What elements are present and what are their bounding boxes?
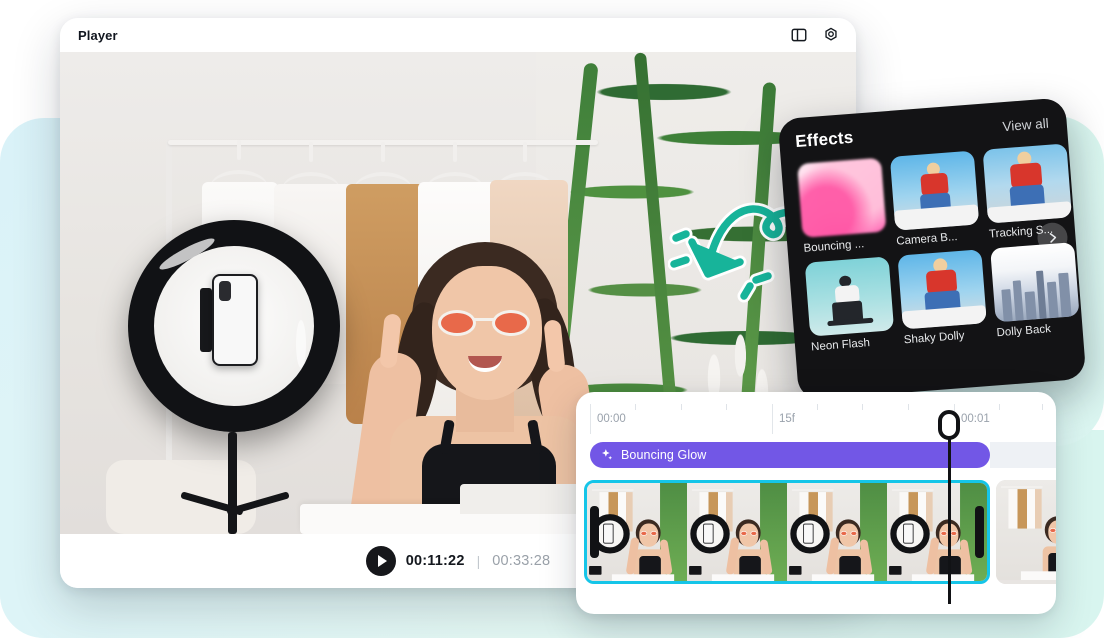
timeline-panel: 00:00 15f 00:01 Bouncing Glow: [576, 392, 1056, 614]
effect-track-background: [990, 442, 1056, 468]
effect-item[interactable]: Shaky Dolly: [897, 249, 988, 346]
effect-label: Shaky Dolly: [903, 329, 965, 347]
effect-thumbnail: [797, 157, 887, 238]
play-button[interactable]: [365, 546, 396, 576]
effect-thumbnail: [804, 256, 895, 337]
clip-frame: [787, 483, 887, 581]
play-icon: [377, 555, 387, 567]
scene-tripod: [228, 432, 237, 534]
chevron-right-icon: [1049, 233, 1057, 243]
effect-item[interactable]: Camera B...: [889, 150, 981, 248]
effect-label: Bouncing ...: [803, 238, 865, 255]
effect-label: Camera B...: [895, 231, 958, 248]
gear-icon[interactable]: [822, 26, 840, 44]
scene-phone-clamp: [200, 288, 212, 352]
effects-title: Effects: [794, 127, 855, 152]
playhead-handle[interactable]: [938, 410, 960, 440]
scene-sunglasses: [492, 310, 530, 336]
effect-clip-label: Bouncing Glow: [621, 448, 707, 462]
effect-item[interactable]: Bouncing ...: [797, 157, 888, 255]
effect-clip[interactable]: Bouncing Glow: [590, 442, 990, 468]
ruler-tick-label: 15f: [779, 413, 795, 425]
effect-label: Dolly Back: [996, 323, 1052, 340]
video-track[interactable]: [584, 480, 1056, 584]
scene-ring-light-highlight: [296, 320, 306, 368]
scene-phone: [212, 274, 258, 366]
effects-panel: Effects View all Bouncing ... Camera B..…: [777, 97, 1087, 401]
effect-thumbnail: [897, 249, 987, 330]
clip-frame: [996, 480, 1056, 584]
effects-header: Effects View all: [795, 112, 1054, 152]
effects-grid: Bouncing ... Camera B... Tracking S... N…: [797, 143, 1080, 354]
current-time: 00:11:22: [405, 553, 465, 569]
view-all-button[interactable]: View all: [1002, 116, 1049, 135]
effect-thumbnail: [889, 150, 980, 231]
scene-sunglasses: [474, 318, 494, 321]
clip-frame: [887, 483, 987, 581]
effect-item[interactable]: Dolly Back: [990, 242, 1081, 339]
ruler-tick-label: 00:00: [597, 413, 626, 425]
effect-item[interactable]: Neon Flash: [804, 256, 896, 354]
screenshot-root: Player 00:11:22 | 00:33:28 Effects View …: [0, 0, 1104, 638]
clip-frame: [687, 483, 787, 581]
time-separator: |: [476, 553, 481, 569]
page-title: Player: [78, 27, 118, 43]
split-view-icon[interactable]: [790, 26, 808, 44]
effect-label: Neon Flash: [810, 337, 871, 354]
scene-sunglasses: [438, 310, 476, 336]
total-time: 00:33:28: [492, 553, 551, 569]
effect-thumbnail: [990, 242, 1080, 323]
clip-trim-handle-right[interactable]: [975, 506, 984, 558]
effect-thumbnail: [982, 143, 1072, 224]
video-clip-next[interactable]: [996, 480, 1056, 584]
sparkle-icon: [602, 449, 613, 460]
clip-frame: [587, 483, 687, 581]
timeline-ruler[interactable]: 00:00 15f 00:01: [590, 404, 1043, 438]
video-clip-selected[interactable]: [584, 480, 990, 584]
playhead-line: [948, 416, 951, 604]
clip-trim-handle-left[interactable]: [590, 506, 599, 558]
player-titlebar: Player: [60, 18, 856, 52]
titlebar-actions: [790, 26, 840, 44]
